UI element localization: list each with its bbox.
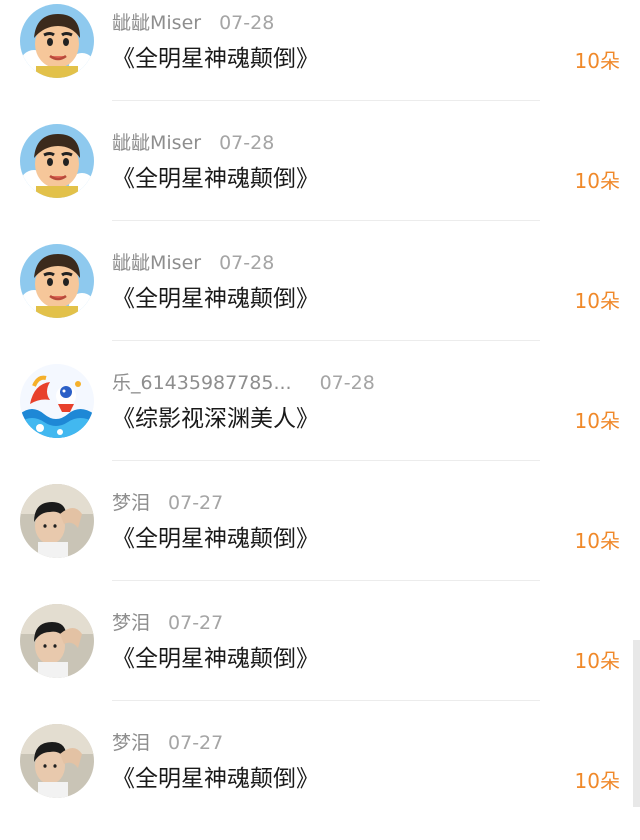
young-man-photo-avatar-icon xyxy=(20,484,94,558)
record-meta: 梦泪 07-27 xyxy=(112,611,223,635)
avatar[interactable] xyxy=(20,484,94,558)
list-item[interactable]: 龇龇Miser 07-28 《全明星神魂颠倒》 10朵 xyxy=(0,240,640,360)
record-meta: 梦泪 07-27 xyxy=(112,491,223,515)
gift-amount: 10朵 xyxy=(574,169,620,193)
scroll-edge-shade xyxy=(633,640,640,807)
divider xyxy=(112,220,540,221)
book-title[interactable]: 《全明星神魂颠倒》 xyxy=(112,524,319,554)
record-date: 07-28 xyxy=(219,252,275,274)
record-meta: 龇龇Miser 07-28 xyxy=(112,131,274,155)
divider xyxy=(112,580,540,581)
username[interactable]: 梦泪 xyxy=(112,492,150,514)
record-meta: 龇龇Miser 07-28 xyxy=(112,11,274,35)
gift-record-list: 龇龇Miser07-28 《全明星神魂颠倒》 10朵 龇龇Miser07-2 xyxy=(0,0,640,807)
list-item[interactable]: 梦泪 07-27 《全明星神魂颠倒》 10朵 xyxy=(0,480,640,600)
cartoon-boy-avatar-icon xyxy=(20,124,94,198)
list-item[interactable]: 乐_61435987785... 07-28 《综影视深渊美人》 10朵 xyxy=(0,360,640,480)
username[interactable]: 龇龇Miser xyxy=(112,252,201,274)
list-item[interactable]: 龇龇Miser 07-28 《全明星神魂颠倒》 10朵 xyxy=(0,120,640,240)
avatar[interactable] xyxy=(20,4,94,78)
divider xyxy=(112,100,540,101)
avatar[interactable] xyxy=(20,364,94,438)
username[interactable]: 梦泪 xyxy=(112,732,150,754)
list-item[interactable]: 梦泪 07-27 《全明星神魂颠倒》 10朵 xyxy=(0,720,640,840)
record-date: 07-27 xyxy=(168,732,224,754)
record-date: 07-28 xyxy=(219,132,275,154)
record-meta: 梦泪 07-27 xyxy=(112,731,223,755)
record-date: 07-28 xyxy=(219,12,275,34)
young-man-photo-avatar-icon xyxy=(20,724,94,798)
username[interactable]: 龇龇Miser xyxy=(112,12,201,34)
record-date: 07-28 xyxy=(319,372,375,394)
gift-amount: 10朵 xyxy=(574,769,620,793)
username[interactable]: 龇龇Miser xyxy=(112,132,201,154)
cartoon-boy-avatar-icon xyxy=(20,244,94,318)
record-meta: 龇龇Miser 07-28 xyxy=(112,251,274,275)
divider xyxy=(112,340,540,341)
book-title[interactable]: 《全明星神魂颠倒》 xyxy=(112,644,319,674)
book-title[interactable]: 《全明星神魂颠倒》 xyxy=(112,44,319,74)
book-title[interactable]: 《全明星神魂颠倒》 xyxy=(112,284,319,314)
list-item[interactable]: 梦泪 07-27 《全明星神魂颠倒》 10朵 xyxy=(0,600,640,720)
avatar[interactable] xyxy=(20,724,94,798)
username[interactable]: 梦泪 xyxy=(112,612,150,634)
record-date: 07-27 xyxy=(168,492,224,514)
username[interactable]: 乐_61435987785... xyxy=(112,372,292,394)
divider xyxy=(112,700,540,701)
gift-amount: 10朵 xyxy=(574,529,620,553)
book-title[interactable]: 《全明星神魂颠倒》 xyxy=(112,764,319,794)
young-man-photo-avatar-icon xyxy=(20,604,94,678)
book-title[interactable]: 《全明星神魂颠倒》 xyxy=(112,164,319,194)
gift-amount: 10朵 xyxy=(574,289,620,313)
colorful-dragon-avatar-icon xyxy=(20,364,94,438)
record-date: 07-27 xyxy=(168,612,224,634)
gift-amount: 10朵 xyxy=(574,409,620,433)
cartoon-boy-avatar-icon xyxy=(20,4,94,78)
record-meta: 乐_61435987785... 07-28 xyxy=(112,371,375,395)
divider xyxy=(112,460,540,461)
avatar[interactable] xyxy=(20,604,94,678)
list-item[interactable]: 龇龇Miser 07-28 《全明星神魂颠倒》 10朵 xyxy=(0,0,640,120)
gift-amount: 10朵 xyxy=(574,49,620,73)
book-title[interactable]: 《综影视深渊美人》 xyxy=(112,404,319,434)
avatar[interactable] xyxy=(20,124,94,198)
avatar[interactable] xyxy=(20,244,94,318)
gift-amount: 10朵 xyxy=(574,649,620,673)
